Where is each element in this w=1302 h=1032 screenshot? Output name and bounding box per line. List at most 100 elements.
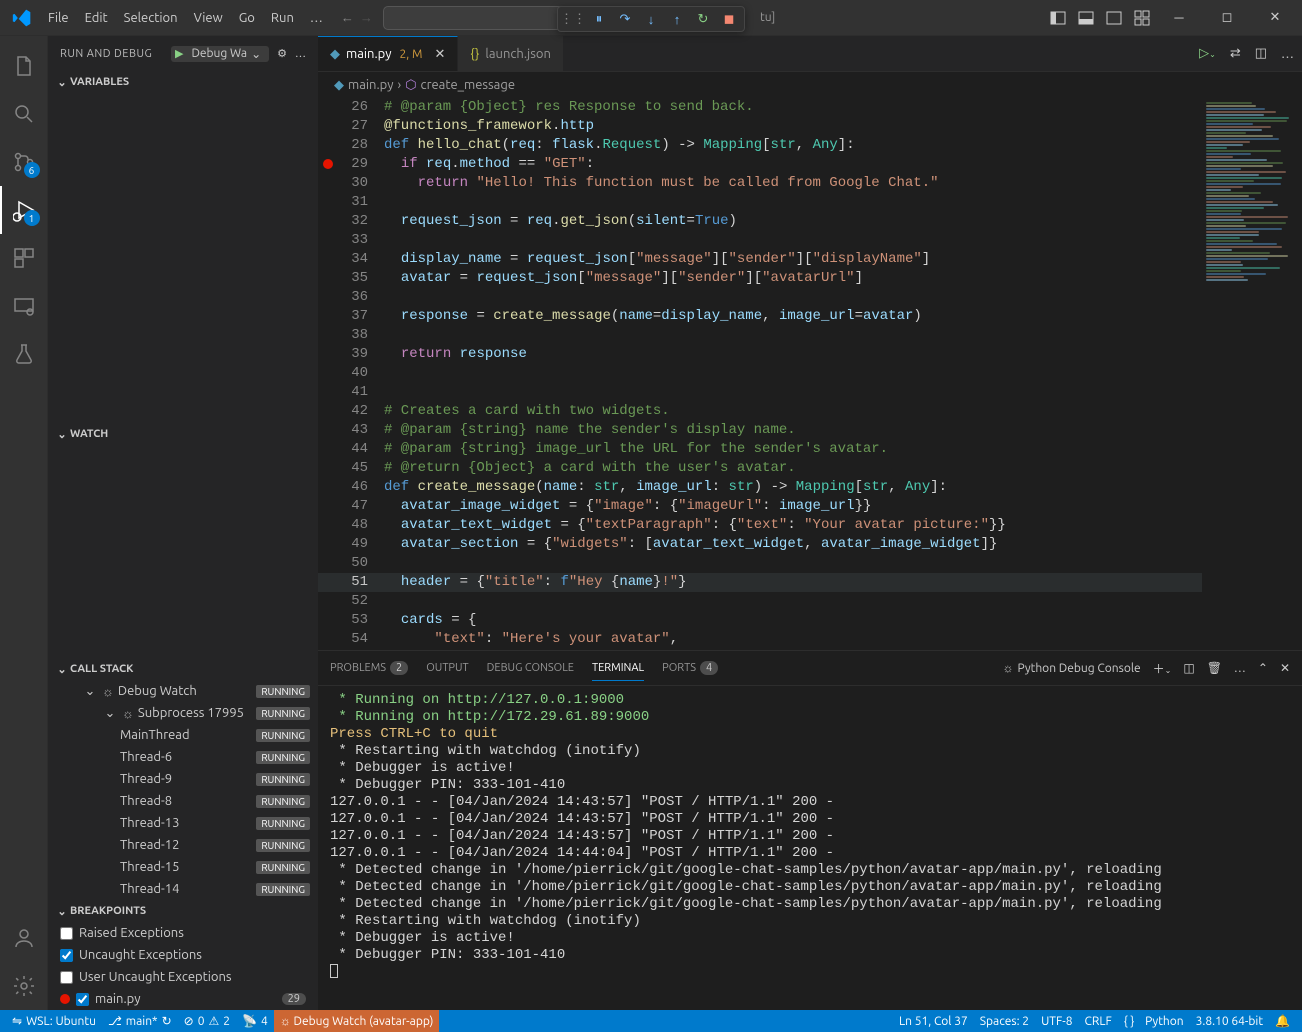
- code-line[interactable]: 37 response = create_message(name=displa…: [318, 307, 1202, 326]
- code-content[interactable]: 26# @param {Object} res Response to send…: [318, 98, 1202, 650]
- new-terminal-icon[interactable]: ＋⌄: [1153, 660, 1172, 677]
- status-eol[interactable]: CRLF: [1079, 1015, 1118, 1028]
- activity-debug[interactable]: 1: [0, 186, 48, 234]
- pause-icon[interactable]: ⏸: [590, 9, 608, 29]
- section-header-variables[interactable]: ⌄VARIABLES: [48, 71, 318, 93]
- breadcrumb-symbol[interactable]: create_message: [421, 78, 515, 92]
- nav-forward-icon[interactable]: →: [360, 10, 373, 25]
- code-line[interactable]: 49 avatar_section = {"widgets": [avatar_…: [318, 535, 1202, 554]
- callstack-thread[interactable]: Thread-6RUNNING: [48, 746, 318, 768]
- code-line[interactable]: 53 cards = {: [318, 611, 1202, 630]
- activity-search[interactable]: [0, 90, 48, 138]
- step-out-icon[interactable]: ↑: [668, 9, 686, 29]
- callstack-thread[interactable]: Thread-15RUNNING: [48, 856, 318, 878]
- panel-close-icon[interactable]: ✕: [1280, 661, 1290, 675]
- status-debug-session[interactable]: ☼ Debug Watch (avatar-app): [274, 1010, 440, 1032]
- code-line[interactable]: 38: [318, 326, 1202, 345]
- callstack-thread[interactable]: MainThreadRUNNING: [48, 724, 318, 746]
- code-line[interactable]: 29 if req.method == "GET":: [318, 155, 1202, 174]
- menu-go[interactable]: Go: [231, 0, 263, 36]
- code-line[interactable]: 54 "text": "Here's your avatar",: [318, 630, 1202, 649]
- diff-icon[interactable]: ⇄: [1230, 46, 1241, 61]
- bp-raised[interactable]: Raised Exceptions: [48, 922, 318, 944]
- kill-terminal-icon[interactable]: 🗑: [1207, 661, 1222, 675]
- layout-toggle-panel-icon[interactable]: [1072, 0, 1100, 36]
- status-notification-icon[interactable]: 🔔: [1269, 1014, 1296, 1028]
- code-line[interactable]: 31: [318, 193, 1202, 212]
- panel-tab-terminal[interactable]: TERMINAL: [592, 656, 644, 681]
- status-remote[interactable]: ⇋WSL: Ubuntu: [6, 1014, 102, 1028]
- panel-maximize-icon[interactable]: ⌃: [1258, 661, 1268, 675]
- activity-account[interactable]: [0, 914, 48, 962]
- status-problems[interactable]: ⊘0 ⚠2: [178, 1014, 236, 1028]
- activity-settings[interactable]: [0, 962, 48, 1010]
- restart-icon[interactable]: ↻: [694, 9, 712, 29]
- menu-file[interactable]: File: [40, 0, 77, 36]
- customize-layout-icon[interactable]: [1128, 0, 1156, 36]
- tab-main[interactable]: ◆ main.py 2, M ✕: [318, 36, 458, 71]
- close-icon[interactable]: ✕: [1252, 0, 1298, 36]
- status-cursor[interactable]: Ln 51, Col 37: [893, 1015, 974, 1028]
- checkbox[interactable]: [76, 993, 89, 1006]
- code-line[interactable]: 46def create_message(name: str, image_ur…: [318, 478, 1202, 497]
- tab-launch[interactable]: {} launch.json: [458, 36, 564, 71]
- callstack-subprocess[interactable]: ⌄☼Subprocess 17995 RUNNING: [48, 702, 318, 724]
- callstack-thread[interactable]: Thread-12RUNNING: [48, 834, 318, 856]
- code-line[interactable]: 43# @param {string} name the sender's di…: [318, 421, 1202, 440]
- menu-edit[interactable]: Edit: [77, 0, 116, 36]
- section-header-callstack[interactable]: ⌄CALL STACK: [48, 658, 318, 680]
- activity-testing[interactable]: [0, 330, 48, 378]
- bp-uncaught[interactable]: Uncaught Exceptions: [48, 944, 318, 966]
- debug-settings-icon[interactable]: ⚙: [277, 47, 287, 60]
- bp-user-uncaught[interactable]: User Uncaught Exceptions: [48, 966, 318, 988]
- code-line[interactable]: 41: [318, 383, 1202, 402]
- code-line[interactable]: 47 avatar_image_widget = {"image": {"ima…: [318, 497, 1202, 516]
- callstack-thread[interactable]: Thread-13RUNNING: [48, 812, 318, 834]
- debug-config-label[interactable]: Debug Wa ⌄: [187, 47, 265, 61]
- status-language[interactable]: { } Python: [1118, 1015, 1190, 1028]
- checkbox[interactable]: [60, 949, 73, 962]
- start-debug-icon[interactable]: ▶: [175, 47, 183, 60]
- code-line[interactable]: 28def hello_chat(req: flask.Request) -> …: [318, 136, 1202, 155]
- section-header-breakpoints[interactable]: ⌄BREAKPOINTS: [48, 900, 318, 922]
- checkbox[interactable]: [60, 971, 73, 984]
- breadcrumbs[interactable]: ◆ main.py › ⬡ create_message: [318, 72, 1302, 98]
- minimap[interactable]: [1202, 98, 1302, 650]
- code-line[interactable]: 27@functions_framework.http: [318, 117, 1202, 136]
- stop-icon[interactable]: ◼: [720, 9, 738, 29]
- minimize-icon[interactable]: ─: [1156, 0, 1202, 36]
- code-line[interactable]: 51 header = {"title": f"Hey {name}!"}: [318, 573, 1202, 592]
- breakpoint-dot-icon[interactable]: [323, 159, 333, 169]
- status-branch[interactable]: ⎇main* ↻: [102, 1014, 178, 1028]
- editor-body[interactable]: 26# @param {Object} res Response to send…: [318, 98, 1302, 650]
- callstack-thread[interactable]: Thread-9RUNNING: [48, 768, 318, 790]
- code-line[interactable]: 40: [318, 364, 1202, 383]
- callstack-thread[interactable]: Thread-14RUNNING: [48, 878, 318, 900]
- status-encoding[interactable]: UTF-8: [1035, 1015, 1078, 1028]
- activity-remote[interactable]: [0, 282, 48, 330]
- debug-toolbar[interactable]: ⋮⋮ ⏸ ↷ ↓ ↑ ↻ ◼: [557, 6, 745, 32]
- status-interpreter[interactable]: 3.8.10 64-bit: [1190, 1015, 1269, 1028]
- section-header-watch[interactable]: ⌄WATCH: [48, 423, 318, 445]
- menu-selection[interactable]: Selection: [116, 0, 186, 36]
- menu-more[interactable]: …: [302, 0, 331, 36]
- debug-more-icon[interactable]: …: [295, 48, 306, 60]
- activity-extensions[interactable]: [0, 234, 48, 282]
- callstack-session[interactable]: ⌄☼Debug Watch RUNNING: [48, 680, 318, 702]
- activity-scm[interactable]: 6: [0, 138, 48, 186]
- terminal-output[interactable]: * Running on http://127.0.0.1:9000 * Run…: [318, 686, 1302, 1010]
- code-line[interactable]: 36: [318, 288, 1202, 307]
- code-line[interactable]: 26# @param {Object} res Response to send…: [318, 98, 1202, 117]
- close-tab-icon[interactable]: ✕: [434, 47, 445, 62]
- panel-tab-output[interactable]: OUTPUT: [426, 656, 468, 680]
- split-editor-icon[interactable]: ◫: [1255, 46, 1267, 61]
- activity-explorer[interactable]: [0, 42, 48, 90]
- code-line[interactable]: 48 avatar_text_widget = {"textParagraph"…: [318, 516, 1202, 535]
- code-line[interactable]: 50: [318, 554, 1202, 573]
- panel-more-icon[interactable]: …: [1234, 662, 1246, 675]
- code-line[interactable]: 33: [318, 231, 1202, 250]
- code-line[interactable]: 45# @return {Object} a card with the use…: [318, 459, 1202, 478]
- more-actions-icon[interactable]: …: [1281, 47, 1294, 61]
- code-line[interactable]: 52: [318, 592, 1202, 611]
- code-line[interactable]: 44# @param {string} image_url the URL fo…: [318, 440, 1202, 459]
